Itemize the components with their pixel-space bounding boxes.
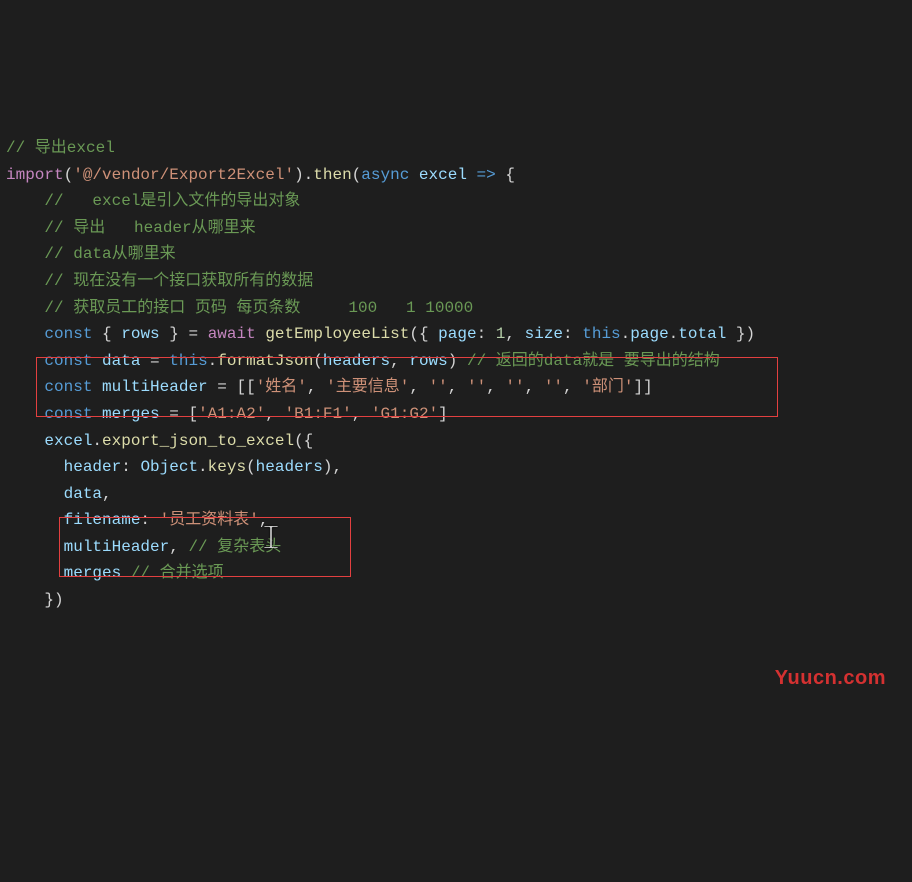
string-literal: '@/vendor/Export2Excel' [73,166,294,184]
space [496,166,506,184]
prop-page: page [438,325,476,343]
comment-line: // 导出excel [6,139,115,157]
number: 1 [496,325,506,343]
brace: }) [44,591,63,609]
text-cursor-icon [264,526,278,548]
paren: ( [64,166,74,184]
keyword-async: async [361,166,409,184]
fn-getEmployeeList: getEmployeeList [265,325,409,343]
param-excel: excel [419,166,467,184]
highlight-box-1 [36,357,778,417]
prop-size: size [525,325,563,343]
space [409,166,419,184]
comma: , [102,485,112,503]
comma: , [505,325,515,343]
var-excel: excel [44,432,92,450]
method-then: then [313,166,351,184]
dot: . [669,325,679,343]
colon: : [477,325,487,343]
comment-line: // excel是引入文件的导出对象 [44,192,300,210]
paren: ({ [409,325,428,343]
paren: ), [323,458,342,476]
keyword-this: this [582,325,620,343]
brace: { [505,166,515,184]
paren: ( [246,458,256,476]
fn-export: export_json_to_excel [102,432,294,450]
colon: : [563,325,573,343]
prop-page: page [630,325,668,343]
brace: { [102,325,112,343]
obj-Object: Object [140,458,198,476]
paren: ( [352,166,362,184]
dot: . [92,432,102,450]
equals: = [188,325,198,343]
comment-line: // 获取员工的接口 页码 每页条数 100 1 10000 [44,299,473,317]
arrow: => [467,166,496,184]
var-rows: rows [121,325,159,343]
watermark: Yuucn.com [775,665,886,692]
arg-headers: headers [256,458,323,476]
paren: ). [294,166,313,184]
prop-data: data [64,485,102,503]
prop-header: header [64,458,122,476]
keyword-import: import [6,166,64,184]
brace: } [169,325,179,343]
highlight-box-2 [59,517,351,577]
colon: : [121,458,131,476]
prop-total: total [678,325,726,343]
dot: . [621,325,631,343]
keyword-await: await [208,325,256,343]
comment-line: // 现在没有一个接口获取所有的数据 [44,272,313,290]
paren: }) [736,325,755,343]
keyword-const: const [44,325,92,343]
comment-line: // 导出 header从哪里来 [44,219,255,237]
code-block: // 导出excel import('@/vendor/Export2Excel… [6,108,906,746]
paren: ({ [294,432,313,450]
fn-keys: keys [208,458,246,476]
comment-line: // data从哪里来 [44,245,175,263]
dot: . [198,458,208,476]
